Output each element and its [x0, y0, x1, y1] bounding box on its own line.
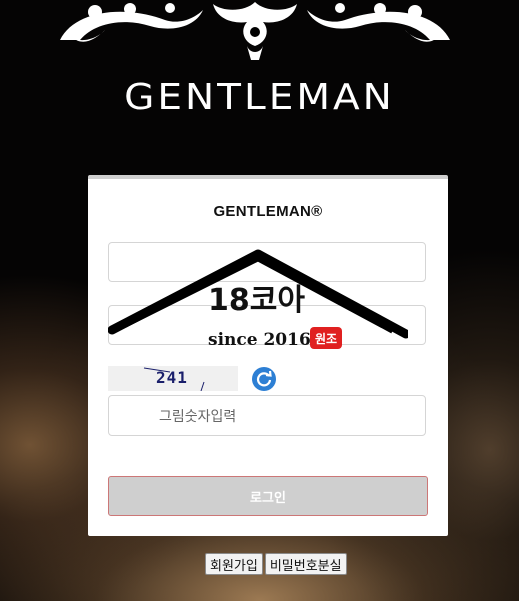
captcha-input[interactable]: [108, 395, 426, 436]
login-button[interactable]: 로그인: [108, 476, 428, 516]
brand-title: GENTLEMAN: [124, 76, 395, 119]
password-field[interactable]: [108, 305, 426, 345]
login-card: GENTLEMAN® 241 로그인 18코아 since 2016 원조: [88, 175, 448, 536]
lost-password-button[interactable]: 비밀번호분실: [264, 553, 347, 575]
refresh-icon: [256, 370, 272, 387]
signup-button[interactable]: 회원가입: [205, 553, 263, 575]
login-card-title: GENTLEMAN®: [213, 203, 323, 220]
username-field[interactable]: [108, 242, 426, 282]
refresh-captcha-button[interactable]: [252, 367, 276, 391]
captcha-code: 241: [156, 368, 188, 387]
footer-links: 회원가입 비밀번호분실: [205, 553, 347, 575]
ornament-icon: [60, 2, 450, 60]
captcha-image: 241: [108, 366, 238, 391]
